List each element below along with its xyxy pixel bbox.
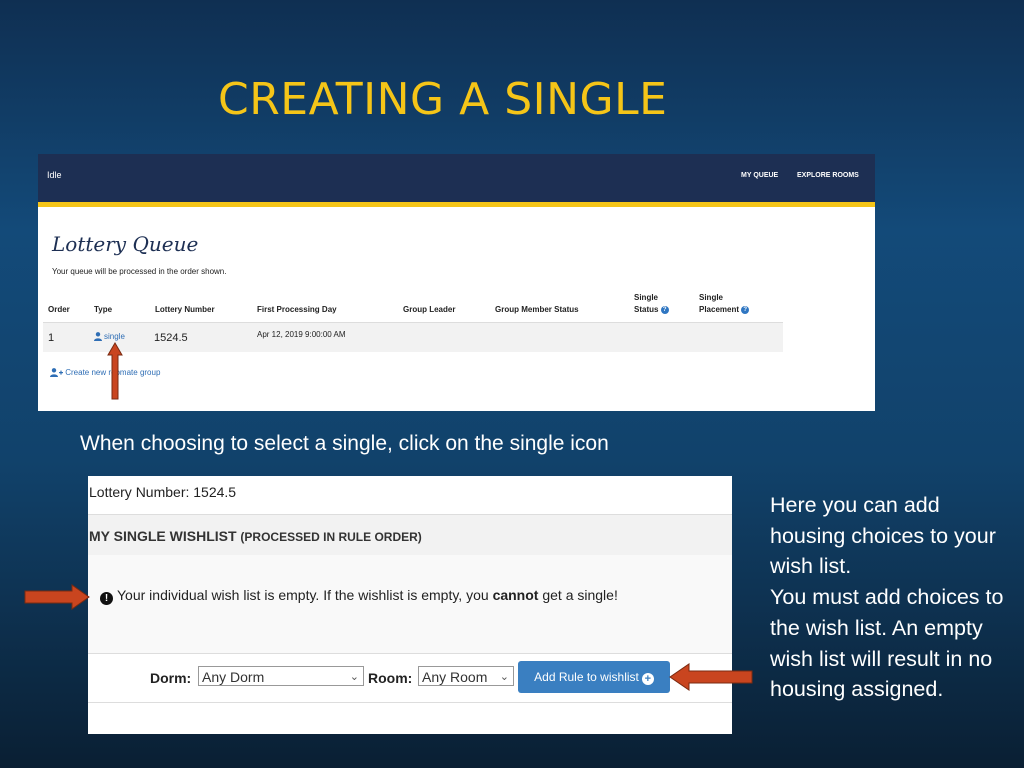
explanation-text: Here you can add housing choices to your… [770,490,1010,705]
col-type: Type [94,305,113,314]
explanation-line: housing choices to your [770,523,996,548]
empty-msg-bold: cannot [492,587,539,603]
caption: When choosing to select a single, click … [80,432,609,455]
wishlist-title-main: MY SINGLE WISHLIST [89,528,237,544]
col-lottery-number: Lottery Number [155,305,215,314]
col-single-status-line2: Status [634,305,659,314]
chevron-down-icon: ⌄ [499,671,509,683]
page-subtitle: Your queue will be processed in the orde… [52,267,227,276]
plus-circle-icon: + [641,673,654,685]
add-rule-label: Add Rule to wishlist [534,670,639,684]
col-single-placement: Single Placement ? [699,292,750,316]
nav-my-queue[interactable]: MY QUEUE [741,172,778,179]
table-row: 1 single 1524.5 Apr 12, 2019 9:00:00 AM [43,322,783,352]
explanation-line: Here you can add [770,493,940,517]
nav-explore-rooms[interactable]: EXPLORE ROOMS [797,172,859,179]
empty-wishlist-panel: ! Your individual wish list is empty. If … [88,555,732,653]
col-first-processing-day: First Processing Day [257,305,337,314]
room-label: Room: [368,670,413,686]
col-single-status: Single Status ? [634,292,669,316]
add-user-icon [50,368,63,378]
wishlist-title: MY SINGLE WISHLIST (PROCESSED IN RULE OR… [89,528,422,544]
wishlist-screenshot: Lottery Number: 1524.5 MY SINGLE WISHLIS… [88,476,732,734]
cell-first-processing-day: Apr 12, 2019 9:00:00 AM [257,330,346,339]
help-icon[interactable]: ? [741,305,750,314]
wishlist-subtitle: (PROCESSED IN RULE ORDER) [240,530,422,544]
right-arrow-icon [24,584,90,610]
col-single-placement-line1: Single [699,293,724,302]
user-icon[interactable] [94,331,102,341]
wishlist-header: MY SINGLE WISHLIST (PROCESSED IN RULE OR… [88,514,732,556]
create-group-link[interactable]: Create new roomate group [50,368,160,378]
page-title: Lottery Queue [52,232,199,256]
col-order: Order [48,305,70,314]
add-rule-button[interactable]: Add Rule to wishlist + [518,661,670,693]
cell-lottery-number: 1524.5 [154,332,188,344]
explanation-line: wish list. [770,554,852,579]
status-text: Idle [47,170,62,180]
explanation-line: housing assigned. [770,677,944,702]
single-type-link[interactable]: single [94,330,125,342]
explanation-line: wish list will result in no [770,646,993,671]
col-single-status-line1: Single [634,293,659,302]
dorm-label: Dorm: [150,670,192,686]
lottery-queue-screenshot: Idle MY QUEUE EXPLORE ROOMS Lottery Queu… [38,154,875,411]
empty-msg-part-b: get a single! [538,587,618,603]
single-link-label[interactable]: single [104,332,125,341]
up-arrow-icon [107,342,123,400]
accent-divider [38,202,875,207]
exclamation-icon: ! [100,592,113,605]
col-group-member-status: Group Member Status [495,305,579,314]
explanation-line: the wish list. An empty [770,615,983,640]
explanation-line: You must add choices to [770,585,1004,610]
col-single-placement-line2: Placement [699,305,740,314]
top-nav-bar: Idle MY QUEUE EXPLORE ROOMS [38,154,875,202]
empty-msg-part-a: Your individual wish list is empty. If t… [117,587,493,603]
col-group-leader: Group Leader [403,305,456,314]
room-select[interactable]: Any Room ⌄ [418,666,514,686]
wishlist-controls: Dorm: Any Dorm ⌄ Room: Any Room ⌄ Add Ru… [88,653,732,703]
help-icon[interactable]: ? [660,305,669,314]
cell-order: 1 [48,332,55,344]
dorm-select[interactable]: Any Dorm ⌄ [198,666,364,686]
empty-wishlist-message: ! Your individual wish list is empty. If … [100,587,618,605]
chevron-down-icon: ⌄ [349,671,359,683]
room-select-value: Any Room [422,669,488,685]
left-arrow-icon [669,663,753,691]
lottery-number-label: Lottery Number: 1524.5 [89,484,237,500]
dorm-select-value: Any Dorm [202,669,265,685]
slide-title: CREATING A SINGLE [218,74,668,125]
